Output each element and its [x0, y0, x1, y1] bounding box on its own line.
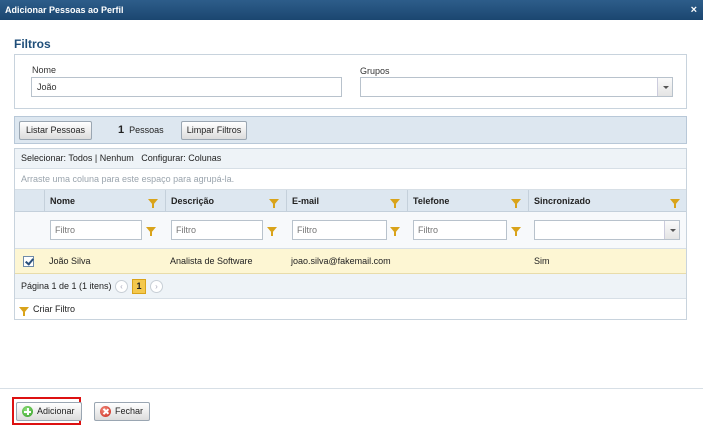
column-label: Nome: [50, 196, 76, 206]
table-row[interactable]: João Silva Analista de Software joao.sil…: [15, 249, 686, 274]
filter-funnel-icon[interactable]: [511, 227, 521, 236]
people-count: 1 Pessoas: [118, 124, 164, 136]
grid-pager: Página 1 de 1 (1 itens) ‹ 1 ›: [15, 274, 686, 299]
close-circle-icon: [100, 406, 111, 417]
column-header-email[interactable]: E-mail: [286, 190, 407, 212]
pager-next-button[interactable]: ›: [150, 280, 163, 293]
filter-input-email[interactable]: [292, 220, 387, 240]
window-title: Adicionar Pessoas ao Perfil: [5, 5, 124, 15]
people-count-number: 1: [118, 124, 125, 136]
cell-nome: João Silva: [49, 256, 91, 266]
close-button-label: Fechar: [115, 406, 144, 416]
add-button[interactable]: Adicionar: [16, 402, 82, 421]
pager-current-page[interactable]: 1: [132, 279, 146, 294]
nome-label: Nome: [32, 65, 57, 75]
people-grid: Selecionar: Todos | Nenhum Configurar: C…: [14, 148, 687, 320]
filter-funnel-icon: [19, 307, 29, 316]
column-label: Sincronizado: [534, 196, 591, 206]
window-titlebar: Adicionar Pessoas ao Perfil ×: [0, 0, 703, 20]
filter-funnel-icon[interactable]: [670, 199, 680, 208]
clear-filters-button[interactable]: Limpar Filtros: [181, 121, 247, 140]
grid-selection-bar: Selecionar: Todos | Nenhum Configurar: C…: [15, 149, 686, 169]
filter-input-nome[interactable]: [50, 220, 142, 240]
list-toolbar: Listar Pessoas 1 Pessoas Limpar Filtros: [14, 116, 687, 144]
pager-prev-button[interactable]: ‹: [115, 280, 128, 293]
configure-columns[interactable]: Configurar: Colunas: [141, 153, 221, 163]
select-all-none[interactable]: Selecionar: Todos | Nenhum: [21, 153, 134, 163]
chevron-down-icon[interactable]: [664, 221, 679, 239]
filter-select-sincronizado[interactable]: [534, 220, 680, 240]
list-people-button[interactable]: Listar Pessoas: [19, 121, 92, 140]
filter-funnel-icon[interactable]: [148, 199, 158, 208]
close-icon[interactable]: ×: [691, 0, 697, 20]
close-button[interactable]: Fechar: [94, 402, 151, 421]
column-header-sincronizado[interactable]: Sincronizado: [528, 190, 686, 212]
create-filter-link[interactable]: Criar Filtro: [15, 299, 686, 320]
column-label: Telefone: [413, 196, 450, 206]
filter-funnel-icon[interactable]: [146, 227, 156, 236]
filters-panel: Nome Grupos: [14, 54, 687, 109]
people-count-label: Pessoas: [129, 125, 164, 135]
column-header-descricao[interactable]: Descrição: [165, 190, 286, 212]
grupos-select[interactable]: [360, 77, 673, 97]
filter-funnel-icon[interactable]: [390, 227, 400, 236]
filters-section-title: Filtros: [14, 37, 51, 51]
grupos-label: Grupos: [360, 66, 390, 76]
filter-input-descricao[interactable]: [171, 220, 263, 240]
filter-input-telefone[interactable]: [413, 220, 507, 240]
create-filter-label: Criar Filtro: [33, 304, 75, 314]
footer-divider: [0, 388, 703, 389]
nome-input[interactable]: [31, 77, 342, 97]
column-header-telefone[interactable]: Telefone: [407, 190, 528, 212]
grid-header: Nome Descrição E-mail Telefone Sincroniz…: [15, 190, 686, 212]
filter-funnel-icon[interactable]: [511, 199, 521, 208]
group-drop-area[interactable]: Arraste uma coluna para este espaço para…: [15, 169, 686, 190]
cell-descricao: Analista de Software: [170, 256, 253, 266]
add-button-label: Adicionar: [37, 406, 75, 416]
column-label: Descrição: [171, 196, 215, 206]
filter-funnel-icon[interactable]: [269, 199, 279, 208]
filter-funnel-icon[interactable]: [267, 227, 277, 236]
column-header-nome[interactable]: Nome: [44, 190, 165, 212]
cell-sincronizado: Sim: [534, 256, 550, 266]
cell-email: joao.silva@fakemail.com: [291, 256, 391, 266]
grid-filter-row: [15, 212, 686, 249]
add-icon: [22, 406, 33, 417]
filter-funnel-icon[interactable]: [390, 199, 400, 208]
pager-summary: Página 1 de 1 (1 itens): [21, 281, 112, 291]
column-label: E-mail: [292, 196, 320, 206]
chevron-down-icon[interactable]: [657, 78, 672, 96]
row-checkbox[interactable]: [23, 256, 34, 267]
